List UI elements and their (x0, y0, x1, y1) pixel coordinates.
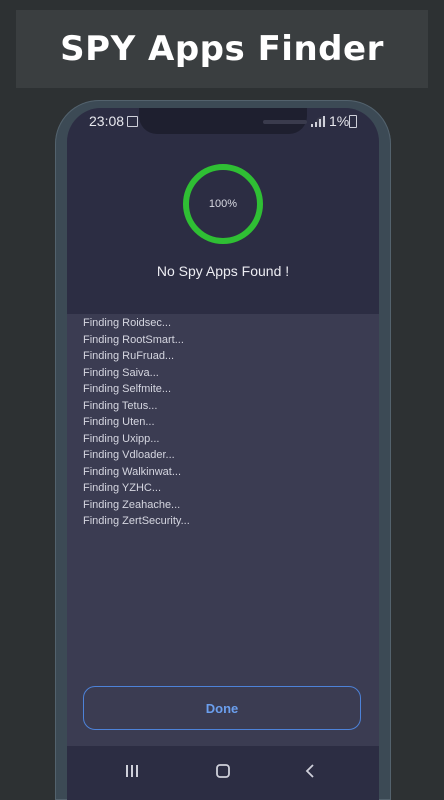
log-item: Finding Selfmite... (83, 383, 172, 395)
log-item: Finding Vdloader... (83, 449, 175, 461)
scan-result-message: No Spy Apps Found ! (156, 263, 290, 279)
log-item: Finding RootSmart... (83, 333, 184, 346)
log-item: Finding Uten... (83, 416, 155, 428)
log-item: Finding ZertSecurity... (83, 515, 190, 527)
done-button[interactable]: Done (83, 686, 361, 730)
progress-percent: 100% (208, 198, 238, 210)
log-item: Finding YZHC... (83, 482, 162, 494)
phone-screen: 23:08 1% 100% No Spy Apps Found ! Findin… (67, 108, 379, 800)
banner-title: SPY Apps Finder (60, 29, 384, 69)
back-icon[interactable] (297, 758, 323, 784)
navigation-bar (67, 746, 379, 800)
log-item: Finding Tetus... (83, 399, 158, 412)
battery-level: 1% (329, 113, 350, 129)
recents-icon[interactable] (119, 758, 145, 784)
log-item: Finding Zeahache... (83, 498, 181, 511)
image-notification-icon (127, 116, 138, 127)
home-icon[interactable] (210, 758, 236, 784)
battery-icon (349, 115, 357, 128)
log-item: Finding Uxipp... (83, 432, 160, 445)
log-item: Finding RuFruad... (83, 350, 175, 362)
camera-notch (139, 108, 326, 134)
scan-result-panel: 23:08 1% 100% No Spy Apps Found ! (67, 108, 379, 314)
log-item: Finding Roidsec... (83, 317, 172, 329)
promo-banner: SPY Apps Finder (16, 10, 428, 88)
speaker-grille (263, 120, 307, 124)
log-item: Finding Saiva... (83, 366, 159, 379)
log-item: Finding Walkinwat... (83, 465, 182, 478)
signal-icon (311, 116, 325, 127)
status-time: 23:08 (89, 113, 125, 129)
scan-log-list: Finding Roidsec... Finding RootSmart... Fi… (83, 315, 190, 530)
